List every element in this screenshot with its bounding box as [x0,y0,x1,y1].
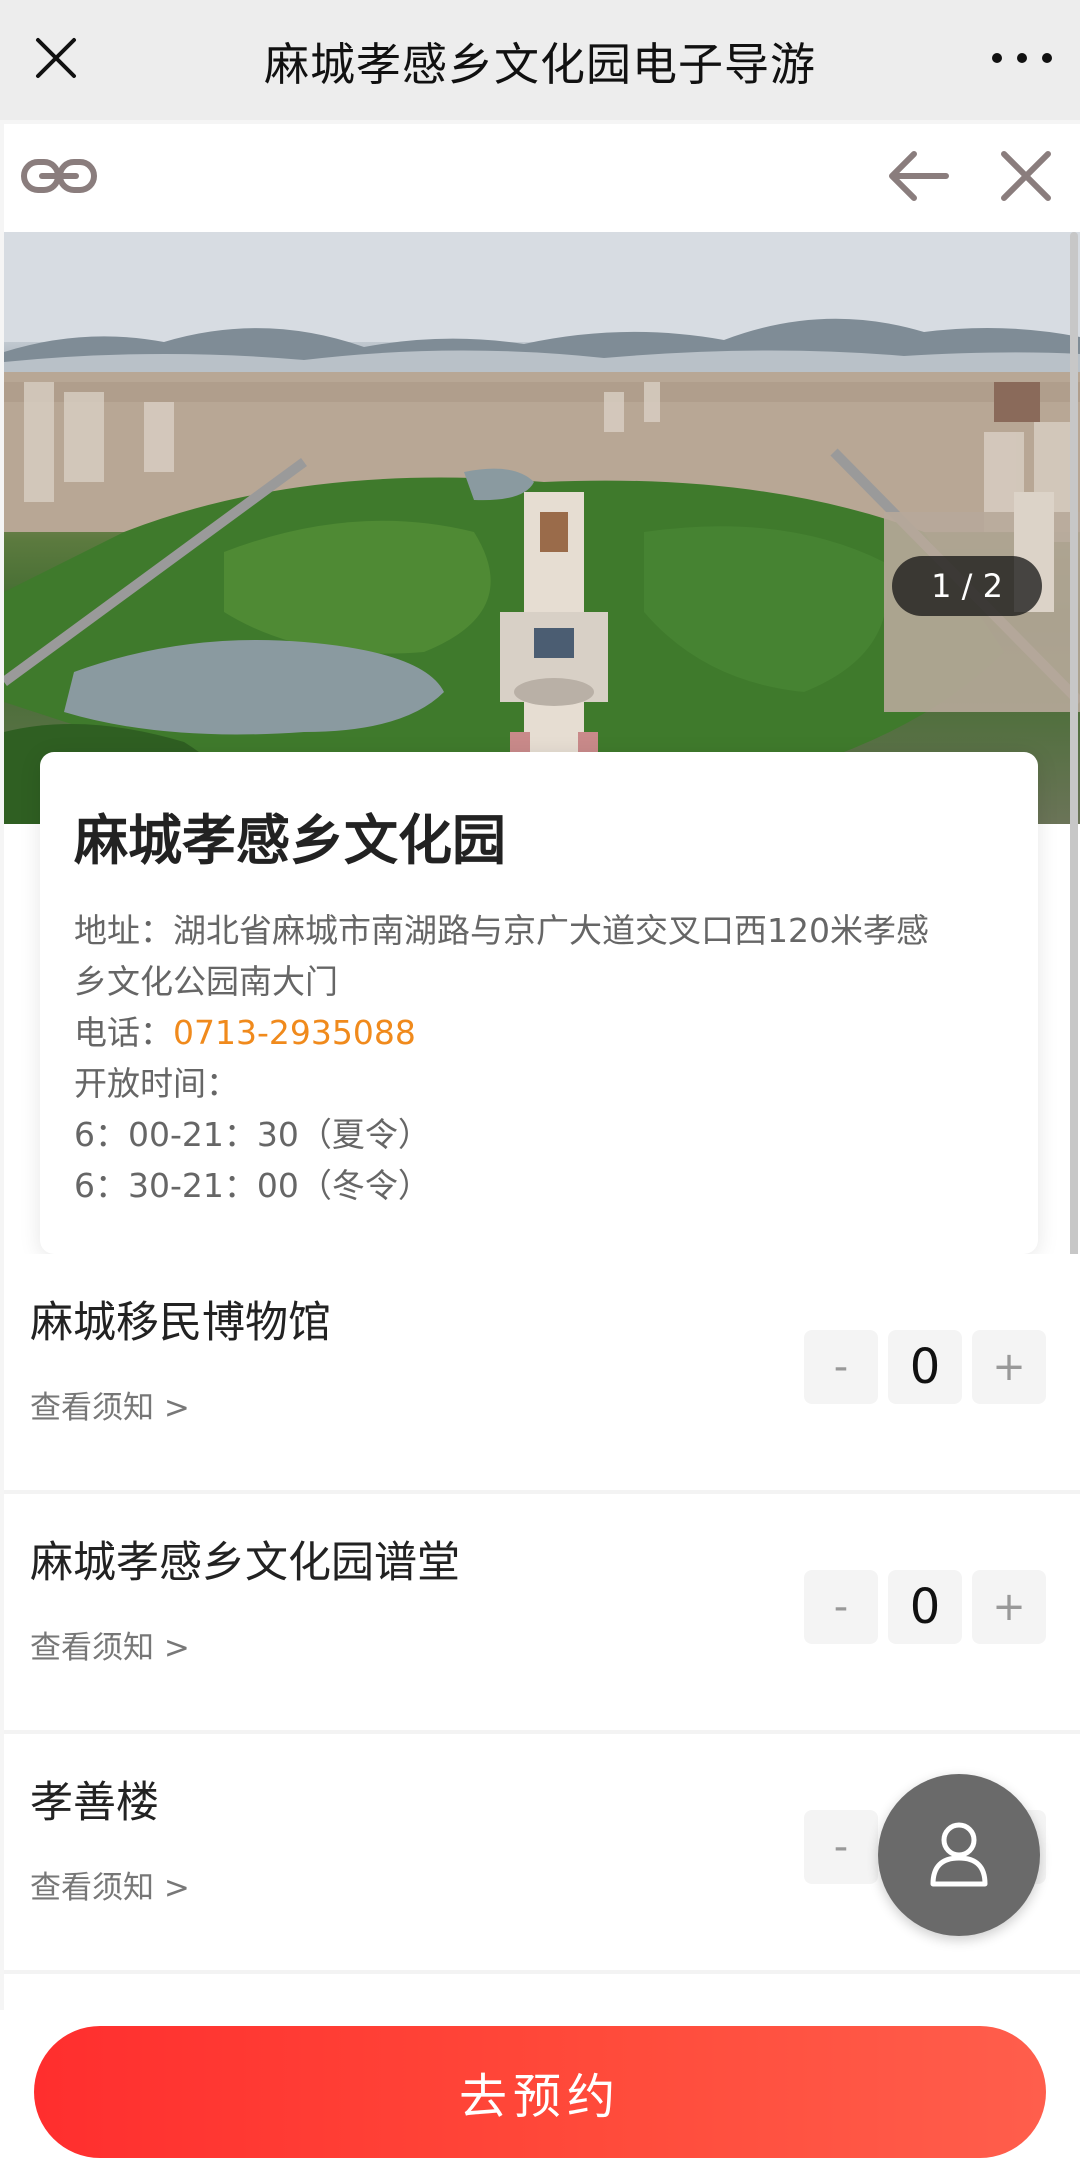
page-nav-row [4,124,1080,232]
view-notice-link[interactable]: 查看须知 > [30,1622,190,1667]
decrement-button[interactable]: - [804,1330,878,1404]
info-card: 麻城孝感乡文化园 地址：湖北省麻城市南湖路与京广大道交叉口西120米孝感 乡文化… [40,752,1038,1254]
aerial-photo [4,232,1080,824]
link-icon[interactable] [20,152,98,200]
increment-button[interactable]: + [972,1330,1046,1404]
arrow-left-icon[interactable] [884,146,950,206]
quantity-stepper: - 0 + [804,1570,1046,1644]
venue-title: 麻城孝感乡文化园 [74,809,506,872]
reserve-button[interactable]: 去预约 [34,2026,1046,2158]
increment-button[interactable]: + [972,1570,1046,1644]
view-notice-link[interactable]: 查看须知 > [30,1862,190,1907]
hours-summer: 6：00-21：30（夏令） [74,1115,431,1154]
phone-label: 电话： [74,1013,173,1052]
more-dots-icon[interactable] [992,36,1052,80]
ticket-name: 麻城移民博物馆 [30,1298,331,1348]
decrement-button[interactable]: - [804,1810,878,1884]
decrement-button[interactable]: - [804,1570,878,1644]
image-pager: 1 / 2 [892,556,1042,616]
address-line-1: 地址：湖北省麻城市南湖路与京广大道交叉口西120米孝感 [74,911,929,950]
close-page-icon[interactable] [998,148,1054,204]
customer-service-button[interactable] [878,1774,1040,1936]
ticket-row: 麻城移民博物馆 查看须知 > - 0 + [4,1254,1080,1490]
page-title: 麻城孝感乡文化园电子导游 [263,37,816,91]
address-line-2: 乡文化公园南大门 [74,962,338,1001]
title-bar: 麻城孝感乡文化园电子导游 [0,0,1080,120]
hours-winter: 6：30-21：00（冬令） [74,1166,431,1205]
quantity-stepper: - 0 + [804,1330,1046,1404]
quantity-value: 0 [888,1330,962,1404]
hero-image[interactable] [4,232,1080,824]
ticket-name: 麻城孝感乡文化园谱堂 [30,1538,460,1588]
phone-row: 电话：0713-2935088 [74,1007,1004,1058]
phone-link[interactable]: 0713-2935088 [173,1013,416,1052]
bottom-bar: 去预约 [0,2010,1080,2170]
user-icon [930,1822,988,1887]
view-notice-link[interactable]: 查看须知 > [30,1382,190,1427]
quantity-value: 0 [888,1570,962,1644]
close-icon[interactable] [32,34,80,82]
hours-label: 开放时间： [74,1064,239,1103]
ticket-row: 麻城孝感乡文化园谱堂 查看须知 > - 0 + [4,1494,1080,1730]
ticket-name: 孝善楼 [30,1778,159,1828]
